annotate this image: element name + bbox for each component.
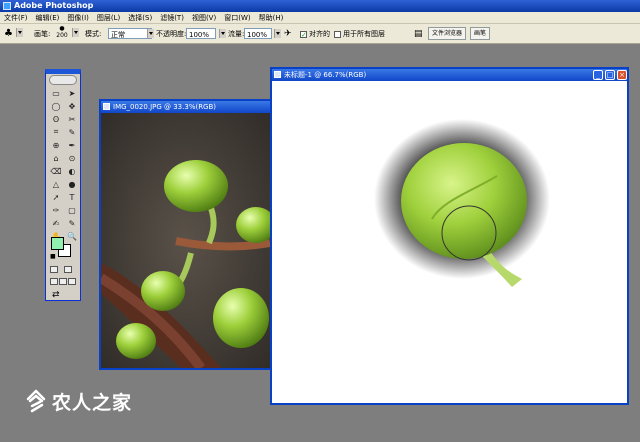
menu-select[interactable]: 选择(S) xyxy=(124,12,156,24)
document-icon xyxy=(274,71,281,78)
direct-select-icon[interactable]: ➚ xyxy=(49,191,63,203)
green-berry-bottom xyxy=(213,288,269,348)
dodge-tool-icon[interactable]: ◐ xyxy=(65,165,79,177)
flow-label: 流量: xyxy=(228,30,245,38)
green-berry-middle xyxy=(141,271,185,311)
canvas-window-title: 未标题-1 @ 66.7%(RGB) xyxy=(284,71,367,79)
zoom-tool-icon[interactable]: 🔍 xyxy=(65,230,79,242)
pen-tool-icon[interactable]: ✑ xyxy=(49,204,63,216)
brush-tool-icon[interactable]: ✎ xyxy=(65,126,79,138)
close-button[interactable]: × xyxy=(617,70,627,80)
flow-value: 100% xyxy=(247,31,268,39)
document-icon xyxy=(103,103,110,110)
menu-edit[interactable]: 编辑(E) xyxy=(32,12,64,24)
app-title: Adobe Photoshop xyxy=(14,1,94,10)
jump-to-imageready-icon[interactable]: ⇄ xyxy=(52,290,60,300)
app-title-bar: Adobe Photoshop xyxy=(0,0,640,12)
brush-label: 画笔: xyxy=(34,30,51,38)
lasso-tool-icon[interactable]: ◯ xyxy=(49,100,63,112)
opacity-field[interactable]: 100% xyxy=(186,28,216,39)
green-berry-left xyxy=(116,323,156,359)
mode-value: 正常 xyxy=(111,31,125,39)
standard-mode-icon[interactable] xyxy=(50,266,58,273)
tool-grid: ▭ ➤ ◯ ✥ ʘ ✂ ⌗ ✎ ⊕ ✒ ⌂ ⊙ ⌫ ◐ △ ● ➚ T ✑ ▢ … xyxy=(49,87,79,242)
watermark-logo-icon xyxy=(26,389,46,412)
brush-preview[interactable]: ● 200 xyxy=(55,26,69,40)
opacity-value: 100% xyxy=(189,31,210,39)
aligned-checkbox[interactable]: 对齐的 xyxy=(300,28,330,41)
edit-canvas[interactable] xyxy=(272,81,627,403)
photo-canvas[interactable] xyxy=(98,113,276,372)
watermark-text: 农人之家 xyxy=(52,392,133,414)
tab-brushes[interactable]: 画笔 xyxy=(470,27,491,40)
eyedropper-tool-icon[interactable]: ✎ xyxy=(65,217,79,229)
menu-view[interactable]: 视图(V) xyxy=(188,12,220,24)
shape-tool-icon[interactable]: ● xyxy=(65,178,79,190)
type-tool-icon[interactable]: T xyxy=(65,191,79,203)
all-layers-label: 用于所有图层 xyxy=(343,30,385,38)
brush-dropdown[interactable] xyxy=(72,28,79,37)
screen-mode-menu-icon[interactable] xyxy=(59,278,67,285)
move-tool-icon[interactable]: ➤ xyxy=(65,87,79,99)
tab-file-browser[interactable]: 文件浏览器 xyxy=(428,27,467,40)
green-berry-top xyxy=(164,160,228,212)
brush-size: 200 xyxy=(56,32,68,39)
foreground-color-swatch[interactable] xyxy=(51,237,64,250)
cloned-berry xyxy=(401,143,527,259)
default-colors-icon[interactable]: ■ xyxy=(50,253,56,260)
canvas-document-window: 未标题-1 @ 66.7%(RGB) _ □ × xyxy=(270,67,629,405)
photoshop-eye-logo[interactable] xyxy=(49,75,77,85)
quickmask-mode-icon[interactable] xyxy=(64,266,72,273)
opacity-dropdown-arrow[interactable] xyxy=(219,29,226,38)
watermark: 农人之家 xyxy=(24,388,132,415)
photo-window-title: IMG_0020.JPG @ 33.3%(RGB) xyxy=(113,103,217,111)
airbrush-icon[interactable]: ✈ xyxy=(284,28,292,40)
mode-dropdown-arrow[interactable] xyxy=(147,29,154,38)
all-layers-checkbox[interactable]: 用于所有图层 xyxy=(334,28,385,40)
maximize-button[interactable]: □ xyxy=(605,70,615,80)
blur-tool-icon[interactable]: ⌫ xyxy=(49,165,63,177)
minimize-button[interactable]: _ xyxy=(593,70,603,80)
opacity-label: 不透明度: xyxy=(156,30,187,38)
marquee-tool-icon[interactable]: ▭ xyxy=(49,87,63,99)
gradient-tool-icon[interactable]: ⊙ xyxy=(65,152,79,164)
clone-stamp-tool-icon[interactable]: ⊕ xyxy=(49,139,63,151)
path-select-icon[interactable]: △ xyxy=(49,178,63,190)
options-bar: ♣ 画笔: ● 200 模式: 正常 不透明度: 100% 流量: 100% ✈… xyxy=(0,24,640,44)
menu-image[interactable]: 图像(I) xyxy=(63,12,93,24)
flow-field[interactable]: 100% xyxy=(244,28,272,39)
history-brush-icon[interactable]: ✒ xyxy=(65,139,79,151)
photo-document-window: IMG_0020.JPG @ 33.3%(RGB) xyxy=(98,99,276,372)
all-layers-check-box[interactable] xyxy=(334,30,341,38)
clone-stamp-icon[interactable]: ♣ xyxy=(4,28,13,40)
slice-tool-icon[interactable]: ✂ xyxy=(65,113,79,125)
palette-well-icon[interactable]: ▤ xyxy=(414,28,423,40)
photo-window-titlebar[interactable]: IMG_0020.JPG @ 33.3%(RGB) xyxy=(101,101,270,113)
aligned-label: 对齐的 xyxy=(309,30,330,38)
screen-mode-standard-icon[interactable] xyxy=(50,278,58,285)
menu-layer[interactable]: 图层(L) xyxy=(93,12,124,24)
flow-dropdown-arrow[interactable] xyxy=(274,29,281,38)
menu-window[interactable]: 窗口(W) xyxy=(220,12,254,24)
tools-panel: ▭ ➤ ◯ ✥ ʘ ✂ ⌗ ✎ ⊕ ✒ ⌂ ⊙ ⌫ ◐ △ ● ➚ T ✑ ▢ … xyxy=(45,69,81,301)
menu-help[interactable]: 帮助(H) xyxy=(255,12,288,24)
canvas-window-titlebar[interactable]: 未标题-1 @ 66.7%(RGB) _ □ × xyxy=(272,69,627,81)
mode-label: 模式: xyxy=(85,30,102,38)
photoshop-app-icon xyxy=(3,2,11,10)
notes-tool-icon[interactable]: ✍ xyxy=(49,217,63,229)
menu-bar: 文件(F) 编辑(E) 图像(I) 图层(L) 选择(S) 滤镜(T) 视图(V) 窗口(W)… xyxy=(0,12,640,24)
rectangle-tool-icon[interactable]: ▢ xyxy=(65,204,79,216)
mode-select[interactable]: 正常 xyxy=(108,28,152,39)
eraser-tool-icon[interactable]: ⌂ xyxy=(49,152,63,164)
magic-wand-tool-icon[interactable]: ✥ xyxy=(65,100,79,112)
menu-file[interactable]: 文件(F) xyxy=(0,12,32,24)
crop-tool-icon[interactable]: ʘ xyxy=(49,113,63,125)
menu-filter[interactable]: 滤镜(T) xyxy=(156,12,188,24)
aligned-check-box[interactable] xyxy=(300,29,307,41)
screen-mode-full-icon[interactable] xyxy=(68,278,76,285)
tool-preset-dropdown[interactable] xyxy=(16,28,23,37)
healing-brush-icon[interactable]: ⌗ xyxy=(49,126,63,138)
